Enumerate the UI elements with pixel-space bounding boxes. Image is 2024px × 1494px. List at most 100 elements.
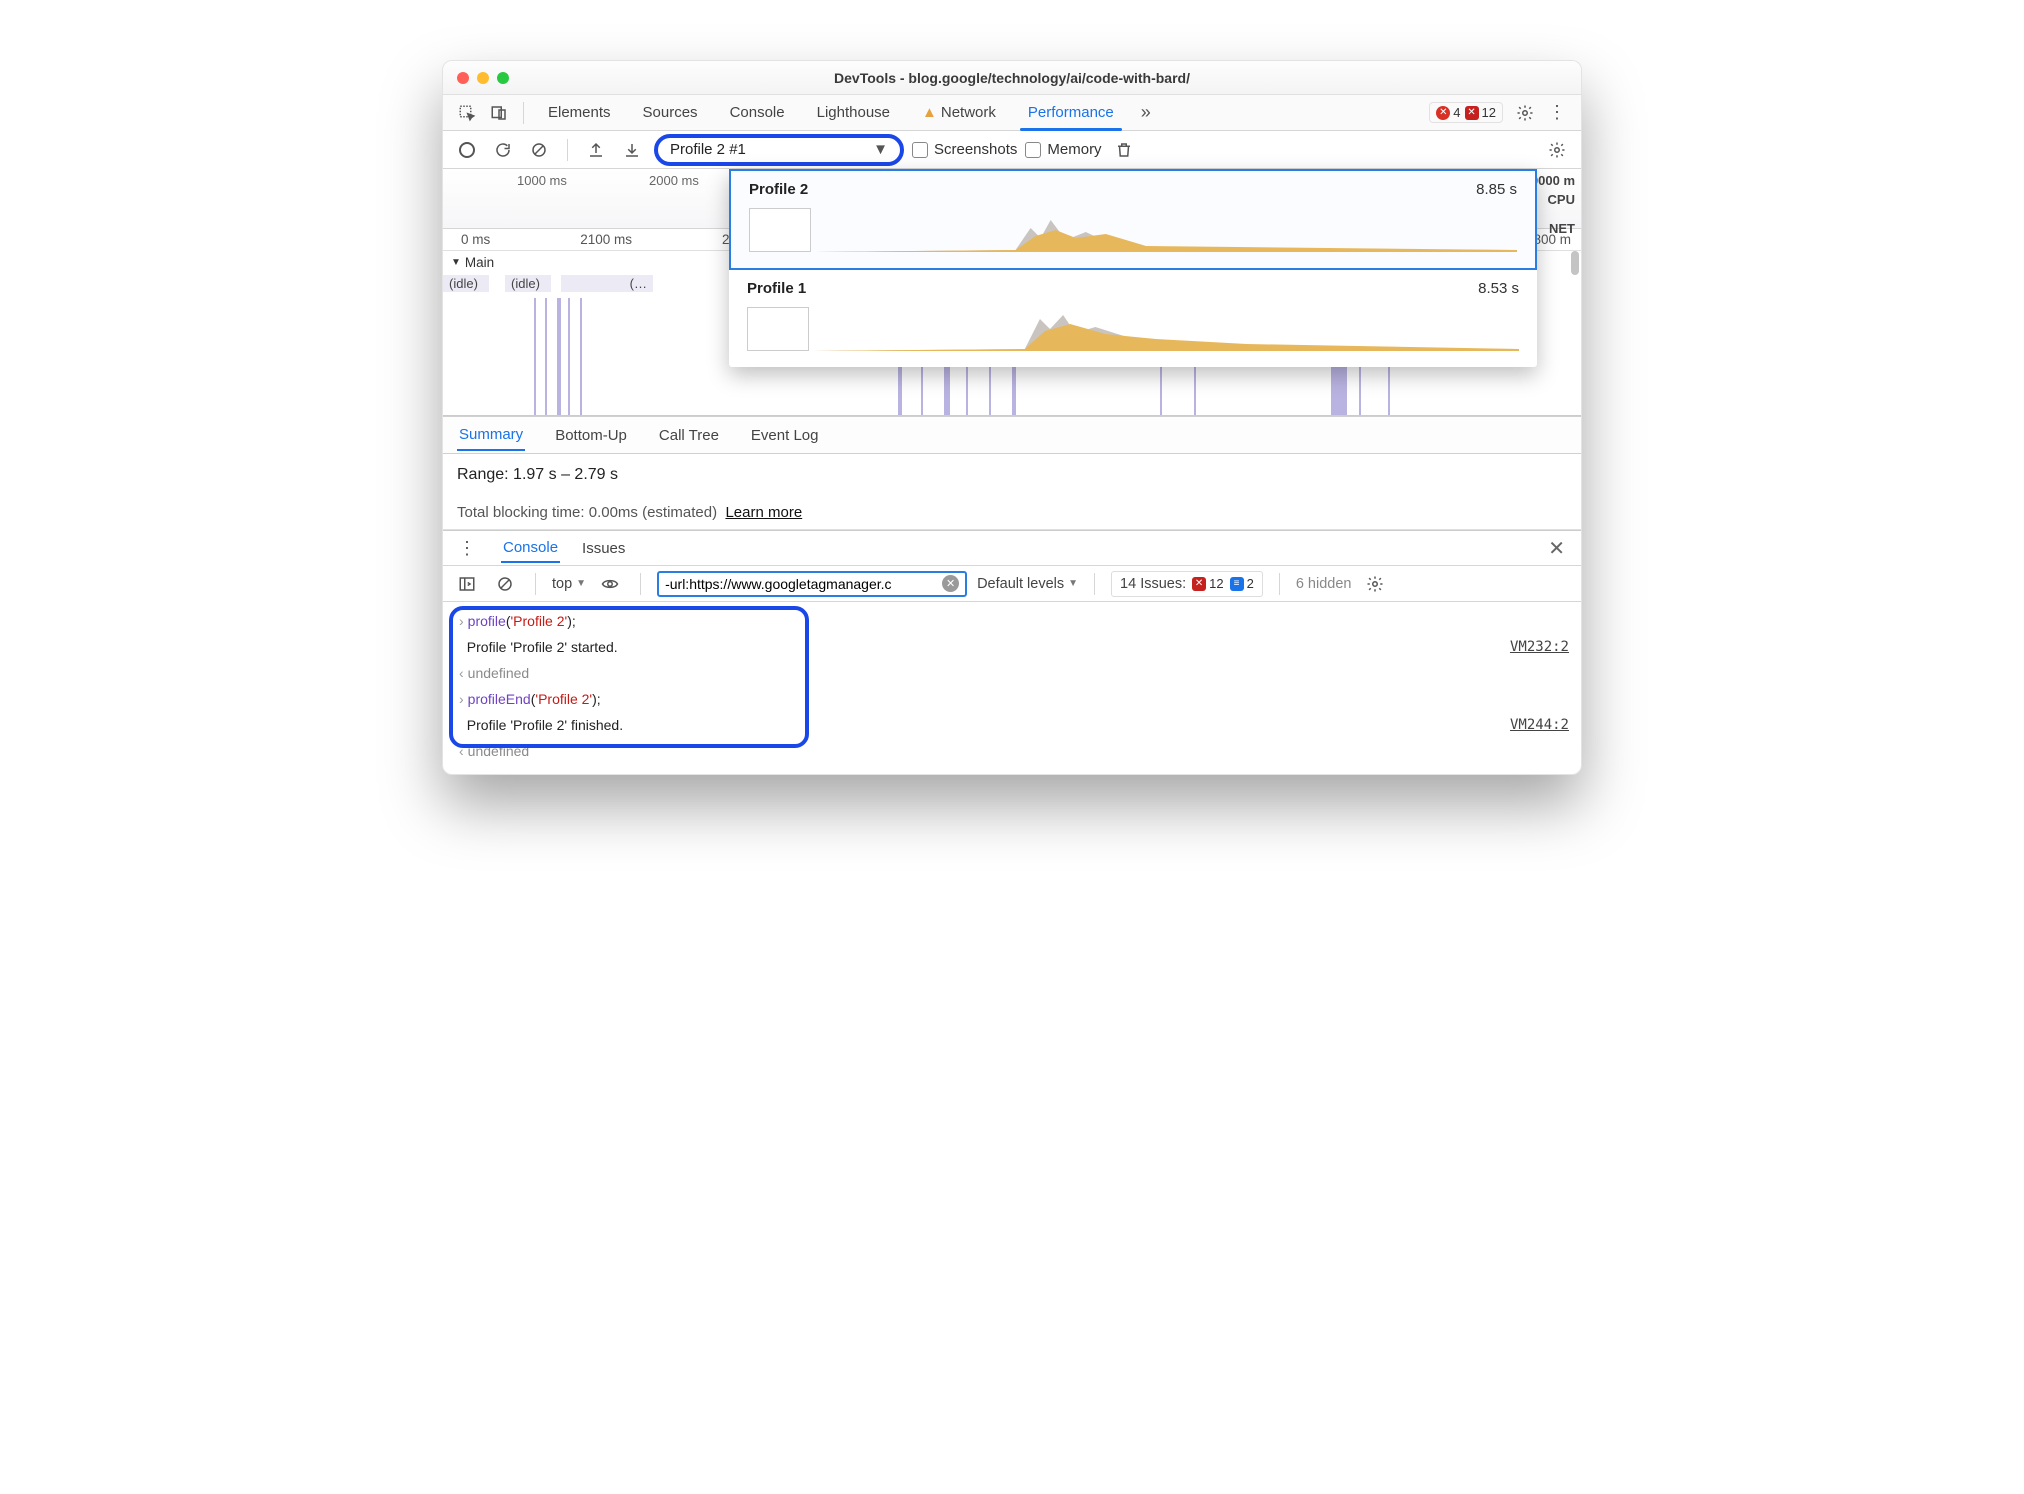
ruler-tick: 800 m bbox=[1533, 232, 1571, 247]
error-count: 4 bbox=[1453, 105, 1460, 120]
console-row[interactable]: ‹undefined bbox=[455, 660, 1569, 686]
close-window-button[interactable] bbox=[457, 72, 469, 84]
checkbox-label: Memory bbox=[1047, 141, 1101, 158]
tab-sources[interactable]: Sources bbox=[629, 95, 712, 130]
tab-label: Network bbox=[941, 104, 996, 121]
tab-label: Lighthouse bbox=[817, 104, 890, 121]
devtools-window: DevTools - blog.google/technology/ai/cod… bbox=[442, 60, 1582, 775]
upload-icon[interactable] bbox=[582, 136, 610, 164]
console-row[interactable]: Profile 'Profile 2' finished. VM244:2 bbox=[455, 712, 1569, 738]
hidden-count: 6 hidden bbox=[1296, 576, 1352, 592]
chevron-down-icon: ▼ bbox=[451, 257, 461, 268]
kebab-icon[interactable]: ⋮ bbox=[453, 534, 481, 562]
tab-label: Elements bbox=[548, 104, 611, 121]
console-filter-input[interactable]: ✕ bbox=[657, 571, 967, 597]
clear-button[interactable] bbox=[525, 136, 553, 164]
tab-performance[interactable]: Performance bbox=[1014, 95, 1128, 130]
device-toolbar-icon[interactable] bbox=[485, 99, 513, 127]
profile-thumbnail bbox=[749, 208, 811, 252]
tab-summary[interactable]: Summary bbox=[457, 420, 525, 451]
delete-icon[interactable] bbox=[1110, 136, 1138, 164]
range-label: Range: 1.97 s – 2.79 s bbox=[457, 466, 1567, 484]
minimize-window-button[interactable] bbox=[477, 72, 489, 84]
vm-link[interactable]: VM244:2 bbox=[1510, 712, 1569, 738]
profile-option[interactable]: Profile 2 8.85 s bbox=[729, 169, 1537, 270]
tab-call-tree[interactable]: Call Tree bbox=[657, 421, 721, 450]
console-row[interactable]: Profile 'Profile 2' started. VM232:2 bbox=[455, 634, 1569, 660]
profile-duration: 8.85 s bbox=[1476, 181, 1517, 198]
maximize-window-button[interactable] bbox=[497, 72, 509, 84]
settings-icon[interactable] bbox=[1511, 99, 1539, 127]
checkbox-label: Screenshots bbox=[934, 141, 1017, 158]
drawer-tab-console[interactable]: Console bbox=[501, 534, 560, 563]
window-controls bbox=[457, 72, 509, 84]
memory-checkbox[interactable]: Memory bbox=[1025, 141, 1101, 158]
tab-bottom-up[interactable]: Bottom-Up bbox=[553, 421, 629, 450]
console-row[interactable]: ›profileEnd('Profile 2'); bbox=[455, 686, 1569, 712]
profile-dropdown: Profile 2 8.85 s Profile 18.53 s bbox=[729, 169, 1537, 367]
console-row[interactable]: ›profile('Profile 2'); bbox=[455, 608, 1569, 634]
issues-summary[interactable]: 14 Issues: ✕12 ≡2 bbox=[1111, 571, 1263, 597]
profile-select[interactable]: Profile 2 #1 ▼ bbox=[654, 134, 904, 166]
screenshots-checkbox[interactable]: Screenshots bbox=[912, 141, 1017, 158]
levels-label: Default levels bbox=[977, 576, 1064, 592]
filter-text[interactable] bbox=[665, 576, 942, 592]
panel-tabs: Elements Sources Console Lighthouse ▲Net… bbox=[443, 95, 1581, 131]
ruler-tick: 0 ms bbox=[461, 232, 490, 247]
vm-link[interactable]: VM232:2 bbox=[1510, 634, 1569, 660]
console-row[interactable]: ‹undefined bbox=[455, 738, 1569, 764]
issue-icon: ✕ bbox=[1192, 577, 1206, 591]
console-toolbar: top ▼ ✕ Default levels▼ 14 Issues: ✕12 ≡2… bbox=[443, 566, 1581, 602]
tab-label: Performance bbox=[1028, 104, 1114, 121]
kebab-icon[interactable]: ⋮ bbox=[1543, 99, 1571, 127]
flame-block[interactable]: (idle) bbox=[443, 275, 489, 292]
cpu-label: CPU bbox=[1531, 192, 1575, 207]
inspect-icon[interactable] bbox=[453, 99, 481, 127]
clear-filter-icon[interactable]: ✕ bbox=[942, 575, 959, 592]
tab-label: Console bbox=[730, 104, 785, 121]
close-drawer-button[interactable]: ✕ bbox=[1542, 536, 1571, 561]
reload-record-button[interactable] bbox=[489, 136, 517, 164]
tab-network[interactable]: ▲Network bbox=[908, 95, 1010, 130]
timeline-tick: 1000 ms bbox=[517, 173, 567, 188]
console-settings-icon[interactable] bbox=[1361, 570, 1389, 598]
profile-select-label: Profile 2 #1 bbox=[670, 141, 746, 158]
tab-lighthouse[interactable]: Lighthouse bbox=[803, 95, 904, 130]
context-selector[interactable]: top ▼ bbox=[552, 576, 586, 592]
drawer-tab-issues[interactable]: Issues bbox=[580, 535, 627, 562]
tab-event-log[interactable]: Event Log bbox=[749, 421, 821, 450]
tab-elements[interactable]: Elements bbox=[534, 95, 625, 130]
tab-console[interactable]: Console bbox=[716, 95, 799, 130]
issue-blue-count: 2 bbox=[1247, 576, 1254, 591]
more-tabs-button[interactable]: » bbox=[1132, 99, 1160, 127]
perf-settings-icon[interactable] bbox=[1543, 136, 1571, 164]
profile-thumbnail bbox=[747, 307, 809, 351]
error-badge-group[interactable]: ✕4 ✕12 bbox=[1429, 102, 1503, 123]
issue-count: 12 bbox=[1482, 105, 1496, 120]
live-expression-icon[interactable] bbox=[596, 570, 624, 598]
record-button[interactable] bbox=[453, 136, 481, 164]
console-output[interactable]: ›profile('Profile 2'); Profile 'Profile … bbox=[443, 602, 1581, 774]
chevron-down-icon: ▼ bbox=[873, 141, 888, 158]
profile-option[interactable]: Profile 18.53 s bbox=[729, 270, 1537, 367]
log-levels-selector[interactable]: Default levels▼ bbox=[977, 576, 1078, 592]
scrollbar-thumb[interactable] bbox=[1571, 251, 1579, 275]
context-label: top bbox=[552, 576, 572, 592]
ruler-tick: 2100 ms bbox=[580, 232, 632, 247]
timeline-tick: 2000 ms bbox=[649, 173, 699, 188]
issue-red-count: 12 bbox=[1209, 576, 1223, 591]
flame-block[interactable]: (… bbox=[561, 275, 653, 292]
learn-more-link[interactable]: Learn more bbox=[725, 504, 802, 521]
issue-icon: ✕ bbox=[1465, 106, 1479, 120]
console-sidebar-toggle-icon[interactable] bbox=[453, 570, 481, 598]
download-icon[interactable] bbox=[618, 136, 646, 164]
clear-console-icon[interactable] bbox=[491, 570, 519, 598]
profile-name: Profile 2 bbox=[749, 181, 808, 198]
error-icon: ✕ bbox=[1436, 106, 1450, 120]
blocking-time-label: Total blocking time: 0.00ms (estimated) bbox=[457, 504, 717, 521]
window-title: DevTools - blog.google/technology/ai/cod… bbox=[509, 70, 1515, 86]
chevron-down-icon: ▼ bbox=[576, 578, 586, 589]
details-tabs: Summary Bottom-Up Call Tree Event Log bbox=[443, 416, 1581, 454]
flame-block[interactable]: (idle) bbox=[505, 275, 551, 292]
info-icon: ≡ bbox=[1230, 577, 1244, 591]
